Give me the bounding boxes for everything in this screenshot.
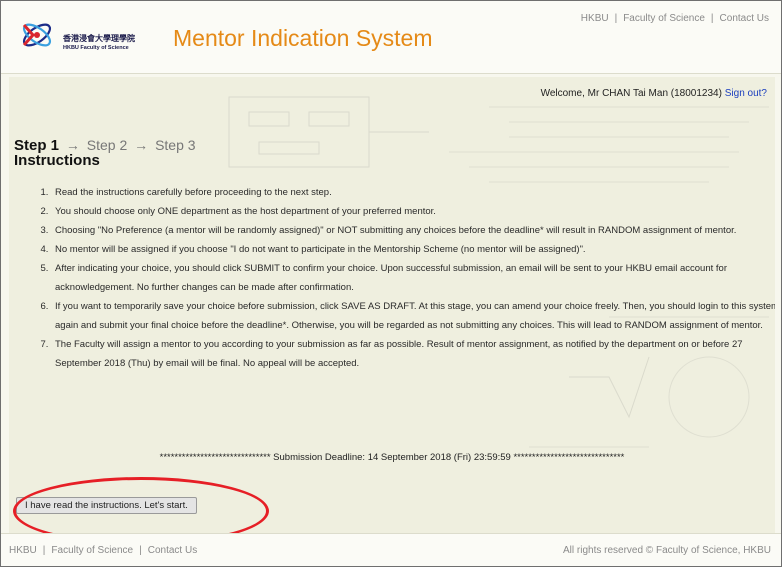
welcome-text: Welcome, Mr CHAN Tai Man (18001234) bbox=[540, 88, 722, 99]
top-nav-links: HKBU | Faculty of Science | Contact Us bbox=[581, 13, 769, 24]
footer-links: HKBU | Faculty of Science | Contact Us bbox=[9, 545, 197, 556]
footer-separator: | bbox=[42, 545, 46, 556]
top-separator: | bbox=[710, 13, 714, 24]
page-frame: 香港浸會大學理學院 HKBU Faculty of Science Mentor… bbox=[0, 0, 782, 567]
top-separator: | bbox=[614, 13, 618, 24]
instruction-item: Choosing "No Preference (a mentor will b… bbox=[51, 221, 775, 240]
instructions-heading: Instructions bbox=[14, 152, 100, 169]
step-2: Step 2 bbox=[86, 137, 128, 153]
start-button[interactable]: I have read the instructions. Let's star… bbox=[16, 497, 197, 514]
top-link-faculty-of-science[interactable]: Faculty of Science bbox=[623, 13, 705, 24]
step-3: Step 3 bbox=[155, 137, 196, 153]
footer-link-hkbu[interactable]: HKBU bbox=[9, 545, 37, 556]
footer-link-faculty-of-science[interactable]: Faculty of Science bbox=[51, 545, 133, 556]
instruction-item: Read the instructions carefully before p… bbox=[51, 183, 775, 202]
step-arrow-icon: → bbox=[134, 137, 149, 153]
atom-logo-icon bbox=[22, 23, 52, 47]
header: 香港浸會大學理學院 HKBU Faculty of Science Mentor… bbox=[1, 1, 781, 74]
instruction-item: You should choose only ONE department as… bbox=[51, 202, 775, 221]
instruction-item: After indicating your choice, you should… bbox=[51, 259, 775, 297]
instruction-item: No mentor will be assigned if you choose… bbox=[51, 240, 775, 259]
footer-separator: | bbox=[139, 545, 142, 556]
top-link-hkbu[interactable]: HKBU bbox=[581, 13, 609, 24]
footer: HKBU | Faculty of Science | Contact Us All r… bbox=[1, 533, 781, 566]
app-title: Mentor Indication System bbox=[173, 25, 433, 51]
step-arrow-icon: → bbox=[65, 137, 80, 153]
instructions-list: Read the instructions carefully before p… bbox=[27, 183, 775, 373]
instruction-item: The Faculty will assign a mentor to you … bbox=[51, 335, 775, 373]
hkbu-science-logo[interactable]: 香港浸會大學理學院 HKBU Faculty of Science bbox=[19, 15, 159, 63]
sign-out-link[interactable]: Sign out? bbox=[725, 88, 767, 99]
copyright-text: All rights reserved © Faculty of Science… bbox=[563, 545, 771, 556]
submission-deadline: ****************************** Submissio… bbox=[159, 452, 625, 463]
footer-link-contact-us[interactable]: Contact Us bbox=[148, 545, 197, 556]
welcome-bar: Welcome, Mr CHAN Tai Man (18001234) Sign… bbox=[541, 88, 767, 99]
logo-text-english: HKBU Faculty of Science bbox=[63, 45, 129, 51]
instruction-item: If you want to temporarily save your cho… bbox=[51, 297, 775, 335]
main-content: Welcome, Mr CHAN Tai Man (18001234) Sign… bbox=[9, 77, 775, 533]
top-link-contact-us[interactable]: Contact Us bbox=[720, 13, 769, 24]
logo-text-chinese: 香港浸會大學理學院 bbox=[63, 34, 135, 43]
